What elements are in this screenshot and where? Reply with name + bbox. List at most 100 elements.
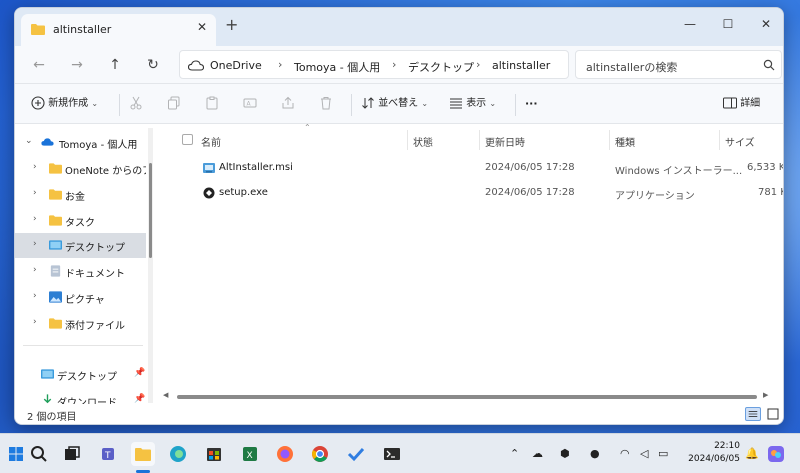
file-name[interactable]: AltInstaller.msi [219,162,293,173]
breadcrumb-separator[interactable]: › [278,58,282,71]
new-tab-button[interactable]: + [225,17,238,33]
paste-button[interactable] [205,96,219,114]
clock[interactable]: 22:10 2024/06/05 [680,440,740,466]
sort-button[interactable]: 並べ替え ⌄ [361,96,428,114]
large-icons-view-icon[interactable] [765,407,781,421]
view-button[interactable]: 表示 ⌄ [449,96,496,114]
wifi-icon[interactable]: ◠ [620,447,630,460]
pin-icon[interactable]: 📌 [134,394,145,404]
start-icon[interactable] [4,442,28,466]
chevron-right-icon[interactable]: › [33,188,37,198]
onedrive-tray-icon[interactable]: ☁ [532,447,543,460]
sidebar-item-attachments[interactable]: › 添付ファイル [15,311,146,336]
more-options-button[interactable]: ··· [525,96,538,114]
horizontal-scrollbar-thumb[interactable] [177,395,757,399]
plus-circle-icon [31,96,45,110]
rename-button[interactable]: A [243,96,257,114]
file-explorer-icon[interactable] [131,442,155,466]
breadcrumb-tomoya[interactable]: Tomoya - 個人用 [294,59,380,75]
forward-button[interactable]: → [67,56,87,74]
maximize-button[interactable]: ☐ [713,13,743,35]
new-button[interactable]: 新規作成 ⌄ [31,96,98,114]
share-button[interactable] [281,96,295,114]
task-view-icon[interactable] [60,442,84,466]
scroll-left-arrow-icon[interactable]: ◀ [163,391,168,399]
refresh-button[interactable]: ↻ [143,56,163,74]
sidebar-item-pictures[interactable]: › ピクチャ [15,285,146,310]
copy-button[interactable] [167,96,181,114]
close-button[interactable]: ✕ [751,13,781,35]
column-divider[interactable] [407,130,408,150]
cut-button[interactable] [129,96,143,114]
teams-icon[interactable]: T [96,442,120,466]
excel-icon[interactable]: X [238,442,262,466]
breadcrumb-desktop[interactable]: デスクトップ [408,59,474,75]
breadcrumb-altinstaller[interactable]: altinstaller [492,59,550,72]
app-tray-icon[interactable]: ● [590,447,600,460]
file-size: 6,533 KB [747,162,783,173]
tab-title: altinstaller [53,23,112,36]
tab-altinstaller[interactable]: altinstaller ✕ [21,14,216,46]
select-all-checkbox[interactable] [182,134,193,145]
chevron-down-icon[interactable]: ⌄ [25,136,33,146]
volume-icon[interactable]: ◁ [640,447,648,460]
edge-icon[interactable] [166,442,190,466]
chevron-right-icon[interactable]: › [33,291,37,301]
file-name[interactable]: setup.exe [219,187,268,198]
sidebar-item-label: ピクチャ [65,295,105,306]
pin-icon[interactable]: 📌 [134,368,145,378]
sidebar-scrollbar-thumb[interactable] [149,163,152,258]
tab-close-button[interactable]: ✕ [197,20,207,34]
sidebar-item-money[interactable]: › お金 [15,182,146,207]
firefox-icon[interactable] [273,442,297,466]
breadcrumb[interactable]: OneDrive › Tomoya - 個人用 › デスクトップ › altin… [179,50,569,79]
breadcrumb-onedrive[interactable]: OneDrive [210,59,262,72]
sidebar-item-desktop[interactable]: › デスクトップ [15,233,146,258]
copilot-icon[interactable] [764,442,788,466]
back-button[interactable]: ← [29,56,49,74]
details-pane-button[interactable]: 詳細 [723,96,760,114]
sidebar-item-documents[interactable]: › ドキュメント [15,259,146,284]
chevron-right-icon[interactable]: › [33,317,37,327]
scroll-right-arrow-icon[interactable]: ▶ [763,391,768,399]
column-header-type[interactable]: 種類 [615,134,635,149]
file-size: 781 KB [758,187,783,198]
column-divider[interactable] [719,130,720,150]
sidebar-item-onenote[interactable]: › OneNote からのアップ [15,156,146,181]
minimize-button[interactable]: — [675,13,705,35]
notification-bell-icon[interactable]: 🔔 [745,447,759,460]
todo-icon[interactable] [344,442,368,466]
sidebar-item-onedrive[interactable]: ⌄ Tomoya - 個人用 [15,130,146,155]
chevron-up-icon[interactable]: ⌃ [510,447,519,460]
details-view-icon[interactable] [745,407,761,421]
search-input[interactable]: altinstallerの検索 [575,50,782,79]
file-row[interactable]: AltInstaller.msi 2024/06/05 17:28 Window… [161,156,783,181]
file-row[interactable]: setup.exe 2024/06/05 17:28 アプリケーション 781 … [161,181,783,206]
chevron-right-icon[interactable]: › [33,162,37,172]
toolbar-divider [515,94,516,116]
sidebar-item-tasks[interactable]: › タスク [15,208,146,233]
column-header-size[interactable]: サイズ [725,134,755,149]
column-divider[interactable] [609,130,610,150]
chevron-down-icon: ⌄ [421,99,429,108]
column-header-status[interactable]: 状態 [413,134,433,149]
terminal-icon[interactable] [380,442,404,466]
chevron-right-icon[interactable]: › [33,214,37,224]
search-icon[interactable] [27,442,51,466]
svg-text:T: T [104,451,111,461]
column-header-modified[interactable]: 更新日時 [485,134,525,149]
column-divider[interactable] [479,130,480,150]
column-header-name[interactable]: 名前 [201,134,221,149]
breadcrumb-separator[interactable]: › [392,58,396,71]
delete-button[interactable] [319,96,333,114]
chrome-icon[interactable] [308,442,332,466]
app-tray-icon[interactable]: ⬢ [560,447,570,460]
breadcrumb-separator[interactable]: › [476,58,480,71]
setup-exe-icon [203,187,215,199]
up-button[interactable]: ↑ [105,56,125,74]
chevron-right-icon[interactable]: › [33,265,37,275]
chevron-right-icon[interactable]: › [33,239,37,249]
quick-access-desktop[interactable]: デスクトップ 📌 [15,362,146,387]
store-icon[interactable] [202,442,226,466]
battery-icon[interactable]: ▭ [658,447,668,460]
